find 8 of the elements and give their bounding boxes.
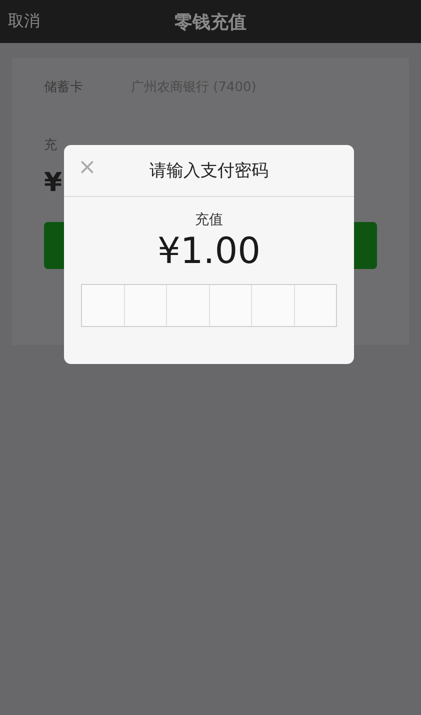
dialog-title: 请输入支付密码 xyxy=(150,160,268,182)
page-title: 零钱充值 xyxy=(174,10,246,34)
currency-sign: ¥ xyxy=(44,168,64,198)
payment-caption: 充值 xyxy=(195,211,223,229)
cancel-link[interactable]: 取消 xyxy=(8,11,40,32)
payment-amount: ¥1.00 xyxy=(157,231,261,272)
close-icon[interactable]: × xyxy=(78,157,96,179)
password-field[interactable] xyxy=(81,284,337,327)
